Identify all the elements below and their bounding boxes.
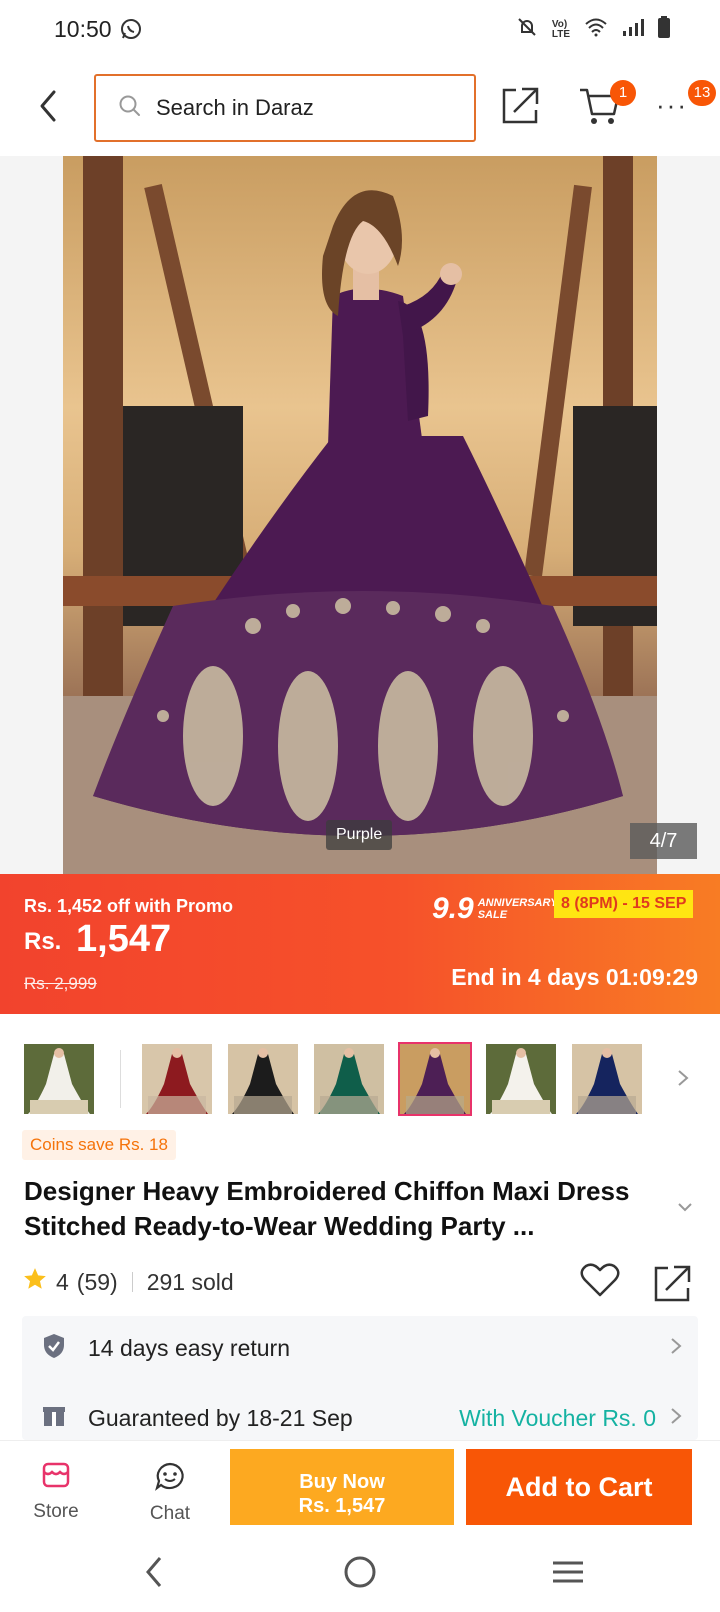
thumbnail-navy[interactable]: [572, 1044, 642, 1114]
rating-row[interactable]: 4 (59) 291 sold: [22, 1266, 234, 1298]
original-price: Rs. 2,999: [24, 974, 97, 993]
system-navigation-bar: [0, 1540, 720, 1612]
whatsapp-icon: [120, 18, 142, 45]
promo-discount-text: Rs. 1,452 off with Promo: [24, 896, 234, 916]
sale-logo-text: ANNIVERSARY SALE: [478, 897, 558, 921]
search-bar[interactable]: Search in Daraz: [94, 74, 476, 142]
sold-count: 291 sold: [146, 1268, 234, 1295]
return-policy-row[interactable]: 14 days easy return: [22, 1318, 698, 1378]
battery-icon: [658, 16, 670, 43]
message-count-badge: 13: [688, 80, 716, 106]
thumbnail-green[interactable]: [314, 1044, 384, 1114]
system-back-icon[interactable]: [140, 1554, 170, 1595]
store-icon: [41, 1462, 71, 1494]
coins-save-badge: Coins save Rs. 18: [22, 1130, 176, 1160]
sale-number: 9.9: [432, 892, 474, 925]
top-header: Search in Daraz 1 ··· 13: [0, 60, 720, 156]
chat-button[interactable]: Chat: [130, 1461, 210, 1525]
store-label: Store: [33, 1501, 79, 1522]
share-icon[interactable]: [500, 84, 540, 131]
sale-logo-line-1: ANNIVERSARY: [477, 897, 558, 909]
cart-count-badge: 1: [610, 80, 636, 106]
signal-icon: [622, 17, 644, 42]
thumbnail-white-2[interactable]: [486, 1044, 556, 1114]
system-home-icon[interactable]: [342, 1554, 378, 1595]
heart-icon[interactable]: [580, 1262, 620, 1303]
product-image-gallery[interactable]: Purple 4/7: [0, 156, 720, 874]
anniversary-sale-logo: 9.9 ANNIVERSARY SALE: [432, 892, 558, 926]
shield-check-icon: [42, 1333, 66, 1364]
add-to-cart-button[interactable]: Add to Cart: [466, 1449, 692, 1525]
product-photo[interactable]: [63, 156, 657, 874]
thumbnail-black[interactable]: [228, 1044, 298, 1114]
chevron-right-icon: [670, 1407, 682, 1430]
search-icon: [118, 94, 142, 123]
buy-now-price: Rs. 1,547: [298, 1495, 386, 1517]
system-recents-icon[interactable]: [550, 1554, 586, 1595]
back-arrow-icon[interactable]: [30, 86, 70, 126]
promo-price-banner: Rs. 1,452 off with Promo Rs. 1,547 Rs. 2…: [0, 874, 720, 1014]
delivery-guarantee-row[interactable]: Guaranteed by 18-21 Sep With Voucher Rs.…: [22, 1388, 698, 1448]
thumbnail-white[interactable]: [24, 1044, 94, 1114]
image-counter: 4/7: [630, 823, 697, 859]
variant-thumbnails: [0, 1040, 720, 1116]
chat-icon: [154, 1462, 186, 1496]
voucher-text: With Voucher Rs. 0: [459, 1404, 656, 1431]
chevron-right-icon[interactable]: [676, 1068, 690, 1093]
sale-dates-badge: 8 (8PM) - 15 SEP: [554, 890, 694, 918]
rating-value: 4: [56, 1268, 69, 1295]
buy-now-button[interactable]: Buy Now Rs. 1,547: [230, 1449, 454, 1525]
return-policy-text: 14 days easy return: [88, 1334, 291, 1361]
thumbnail-divider: [120, 1050, 121, 1108]
variant-color-label: Purple: [326, 820, 393, 850]
countdown-timer: End in 4 days 01:09:29: [451, 964, 698, 990]
status-icons: Vo) LTE: [516, 16, 670, 43]
status-time: 10:50: [54, 16, 112, 42]
rating-divider: [131, 1272, 133, 1292]
current-price: 1,547: [76, 918, 172, 960]
volte-icon: Vo) LTE: [551, 18, 570, 40]
chevron-down-icon[interactable]: [676, 1200, 694, 1218]
thumbnail-purple-selected[interactable]: [398, 1042, 472, 1116]
buy-now-label: Buy Now: [299, 1471, 385, 1493]
thumbnail-maroon[interactable]: [142, 1044, 212, 1114]
status-bar: 10:50 Vo) LTE: [0, 0, 720, 60]
search-placeholder: Search in Daraz: [156, 95, 314, 120]
bottom-action-bar: Store Chat Buy Now Rs. 1,547 Add to Cart: [0, 1440, 720, 1540]
chevron-right-icon: [670, 1337, 682, 1360]
service-info-box: 14 days easy return Guaranteed by 18-21 …: [22, 1316, 698, 1440]
review-count: (59): [76, 1268, 118, 1295]
delivery-guarantee-text: Guaranteed by 18-21 Sep: [88, 1404, 353, 1431]
star-icon: [22, 1266, 48, 1298]
store-button[interactable]: Store: [16, 1461, 96, 1523]
share-icon-product[interactable]: [652, 1262, 692, 1309]
delivery-box-icon: [42, 1404, 66, 1433]
price-currency: Rs.: [24, 928, 62, 955]
wifi-icon: [584, 17, 608, 42]
product-title: Designer Heavy Embroidered Chiffon Maxi …: [24, 1176, 630, 1241]
chat-label: Chat: [149, 1503, 191, 1524]
more-menu-icon[interactable]: ···: [656, 90, 688, 121]
mute-icon: [516, 16, 538, 43]
sale-logo-line-2: SALE: [477, 909, 508, 921]
